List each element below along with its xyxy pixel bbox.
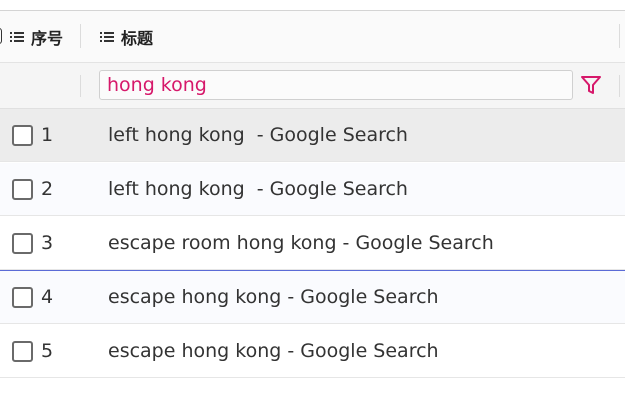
list-icon xyxy=(10,31,24,43)
row-title[interactable]: escape hong kong - Google Search xyxy=(108,271,439,324)
table-view: 序号 标题 1 left hong kong - Google Search 2… xyxy=(0,0,625,418)
column-header-index[interactable]: 序号 xyxy=(10,11,63,62)
column-header-label: 序号 xyxy=(31,28,64,48)
list-icon xyxy=(100,31,114,43)
table-row[interactable]: 1 left hong kong - Google Search xyxy=(0,109,625,162)
table-row[interactable]: 3 escape room hong kong - Google Search xyxy=(0,217,625,270)
row-checkbox[interactable] xyxy=(12,125,33,146)
row-number: 3 xyxy=(41,232,54,254)
filter-icon[interactable] xyxy=(580,74,602,96)
column-divider xyxy=(619,75,620,97)
table-row[interactable]: 4 escape hong kong - Google Search xyxy=(0,271,625,324)
row-number: 2 xyxy=(41,178,54,200)
row-checkbox[interactable] xyxy=(12,341,33,362)
table-row[interactable]: 2 left hong kong - Google Search xyxy=(0,163,625,216)
title-filter-input[interactable] xyxy=(99,70,573,100)
row-number: 4 xyxy=(41,286,54,308)
row-title[interactable]: escape hong kong - Google Search xyxy=(108,325,439,378)
row-checkbox[interactable] xyxy=(12,287,33,308)
column-divider[interactable] xyxy=(619,24,620,48)
row-checkbox[interactable] xyxy=(12,179,33,200)
table-header: 序号 标题 xyxy=(0,11,625,63)
drop-indicator-line xyxy=(0,270,625,271)
column-header-title[interactable]: 标题 xyxy=(100,11,153,62)
select-all-checkbox[interactable] xyxy=(0,28,2,44)
column-divider xyxy=(80,75,81,97)
row-title[interactable]: left hong kong - Google Search xyxy=(108,109,408,162)
row-number: 1 xyxy=(41,124,54,146)
filter-row xyxy=(0,63,625,109)
row-checkbox[interactable] xyxy=(12,233,33,254)
table-row[interactable]: 5 escape hong kong - Google Search xyxy=(0,325,625,378)
row-number: 5 xyxy=(41,340,54,362)
row-title[interactable]: escape room hong kong - Google Search xyxy=(108,217,494,270)
row-title[interactable]: left hong kong - Google Search xyxy=(108,163,408,216)
column-header-label: 标题 xyxy=(121,28,154,48)
column-divider[interactable] xyxy=(80,24,81,48)
